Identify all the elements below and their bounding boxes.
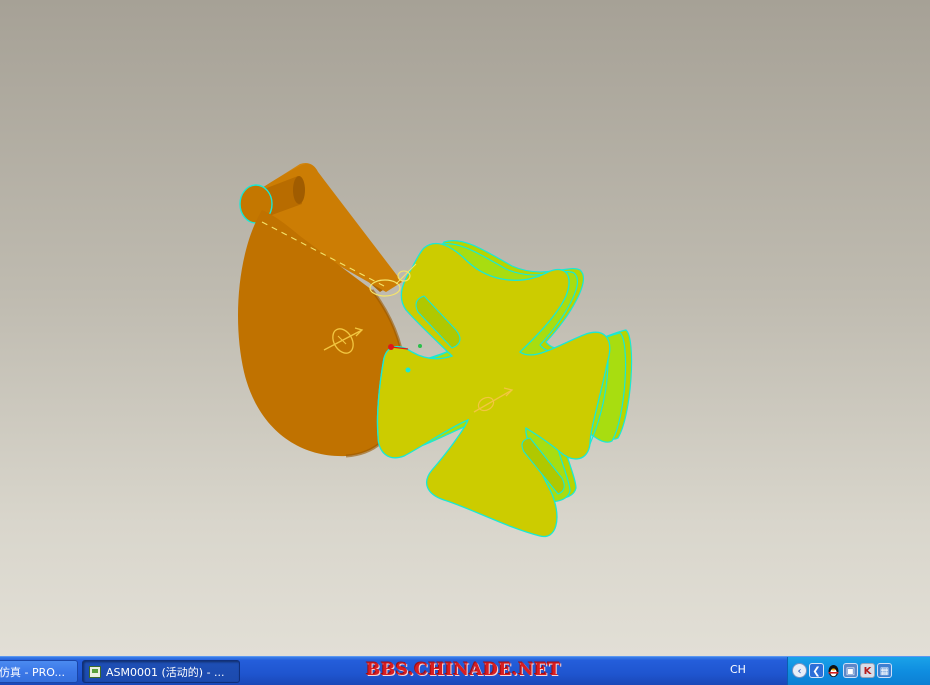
taskbar-button-simulation[interactable]: 仿真 - PRO... [0, 660, 78, 683]
windows-taskbar: 仿真 - PRO... ASM0001 (活动的) - ... BBS.CHIN… [0, 656, 930, 685]
assembly-scene [238, 163, 633, 538]
forum-watermark: BBS.CHINADE.NET [366, 660, 561, 680]
geneva-wheel-part[interactable] [376, 240, 633, 538]
qq-penguin-icon[interactable] [826, 663, 841, 678]
application-window-icon [89, 666, 101, 678]
previous-icon[interactable]: ❮ [809, 663, 824, 678]
task-1-label: 仿真 - PRO... [0, 666, 65, 679]
system-tray: CH ‹ ❮ ▣ K ▦ [730, 657, 930, 685]
language-indicator[interactable]: CH [730, 663, 746, 676]
taskbar-button-asm0001[interactable]: ASM0001 (活动的) - ... [82, 660, 240, 683]
antivirus-icon[interactable]: K [860, 663, 875, 678]
back-icon[interactable]: ‹ [792, 663, 807, 678]
task-2-label: ASM0001 (活动的) - ... [106, 666, 225, 679]
system-icon[interactable]: ▦ [877, 663, 892, 678]
network-icon[interactable]: ▣ [843, 663, 858, 678]
3d-model-viewport[interactable] [0, 0, 930, 656]
crank-pin-end [293, 176, 305, 204]
